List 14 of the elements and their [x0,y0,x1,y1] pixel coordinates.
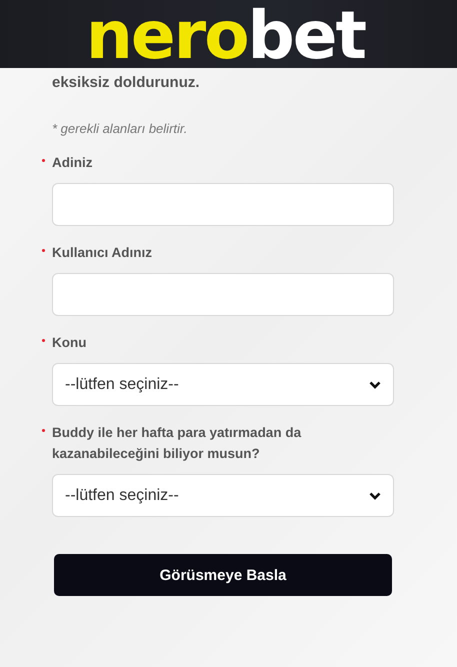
input-field[interactable] [52,273,394,316]
start-chat-button[interactable]: Görüsmeye Basla [54,554,392,596]
field-label: Adiniz [52,154,92,172]
logo: nerobet [86,4,366,68]
field-label: Buddy ile her hafta para yatırmadan da kazanabileceğini biliyor musun? [52,424,302,463]
intro-text: eksiksiz doldurunuz. [52,74,201,91]
chevron-down-icon [369,380,381,388]
input-field[interactable] [52,183,394,226]
select-field[interactable]: --lütfen seçiniz-- [52,363,394,406]
required-note: * gerekli alanları belirtir. [52,121,188,136]
field-label: Kullanıcı Adınız [52,244,152,262]
field-label: Konu [52,334,86,352]
select-field[interactable]: --lütfen seçiniz-- [52,474,394,517]
chevron-down-icon [369,492,381,500]
